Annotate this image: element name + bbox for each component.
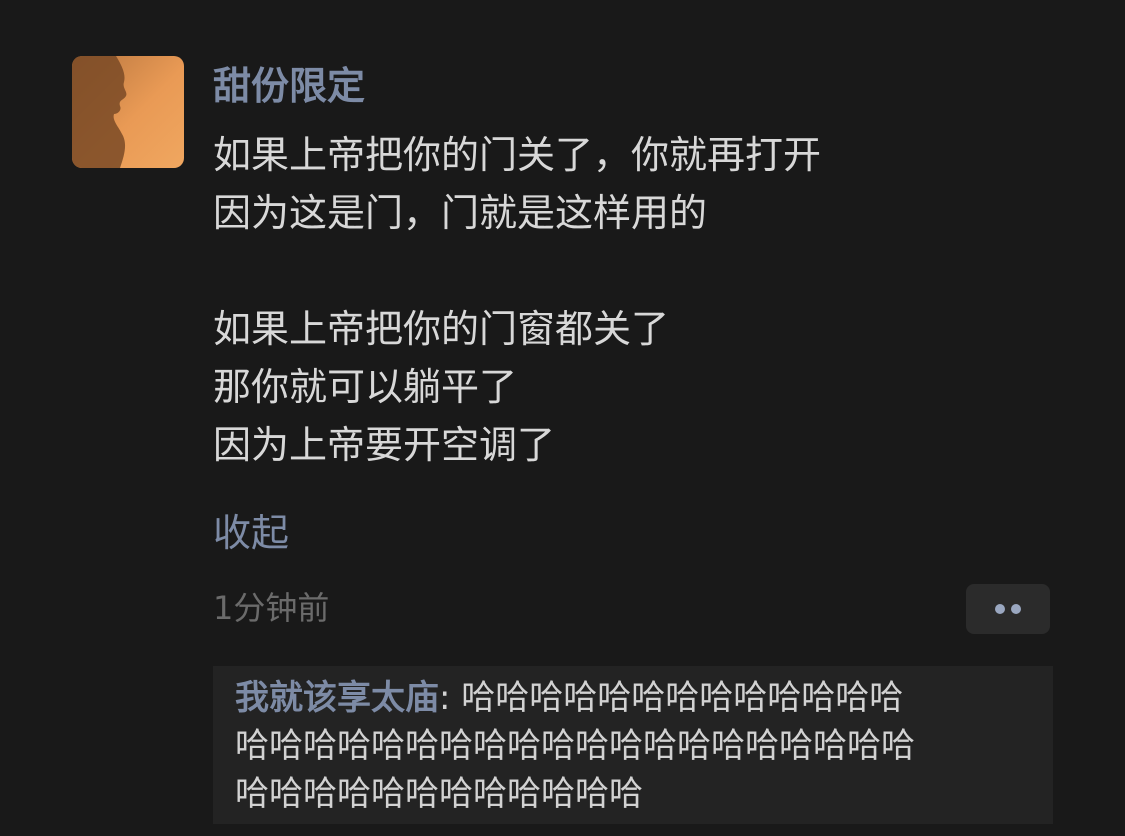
comment-line: 哈哈哈哈哈哈哈哈哈哈哈哈哈哈哈哈哈哈哈哈	[235, 726, 915, 766]
comment-separator: :	[439, 678, 462, 718]
post-line: 那你就可以躺平了	[213, 365, 518, 409]
post-line: 因为这是门，门就是这样用的	[213, 191, 708, 235]
more-actions-button[interactable]	[966, 584, 1050, 634]
comment-author-name[interactable]: 我就该享太庙	[235, 678, 439, 718]
silhouette-avatar-icon	[72, 56, 184, 168]
collapse-link[interactable]: 收起	[213, 504, 289, 562]
more-dots-icon	[995, 604, 1021, 614]
post-line-blank	[213, 242, 1073, 300]
post-line: 如果上帝把你的门关了，你就再打开	[213, 133, 822, 177]
post-timestamp: 1分钟前	[213, 589, 330, 627]
comment-text: 哈哈哈哈哈哈哈哈哈哈哈哈哈	[461, 678, 904, 718]
post-line: 如果上帝把你的门窗都关了	[213, 307, 670, 351]
post-content: 如果上帝把你的门关了，你就再打开 因为这是门，门就是这样用的 如果上帝把你的门窗…	[213, 126, 1073, 474]
comment-line: 我就该享太庙: 哈哈哈哈哈哈哈哈哈哈哈哈哈	[235, 674, 1035, 722]
post-author-name[interactable]: 甜份限定	[213, 56, 365, 116]
comment-section: 我就该享太庙: 哈哈哈哈哈哈哈哈哈哈哈哈哈 哈哈哈哈哈哈哈哈哈哈哈哈哈哈哈哈哈哈…	[213, 666, 1053, 824]
avatar[interactable]	[72, 56, 184, 168]
post-line: 因为上帝要开空调了	[213, 423, 556, 467]
comment-line: 哈哈哈哈哈哈哈哈哈哈哈哈	[235, 774, 643, 814]
